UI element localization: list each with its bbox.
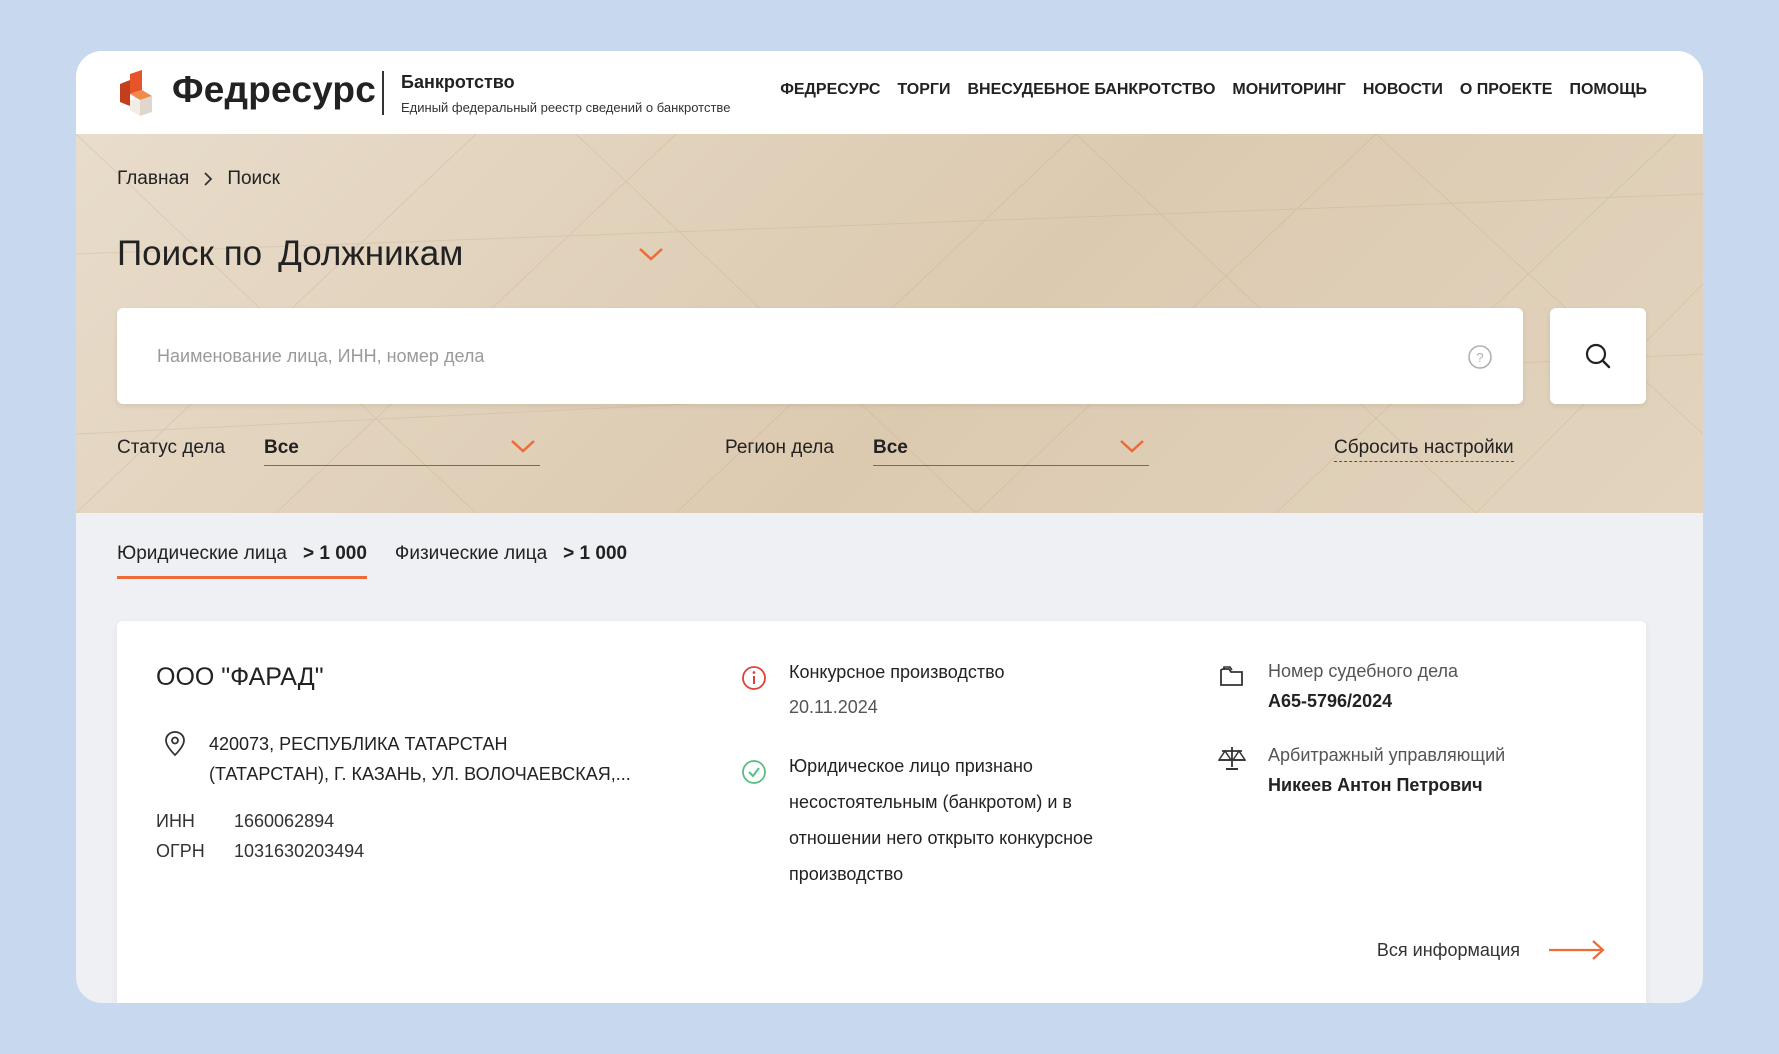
address-line: (ТАТАРСТАН), Г. КАЗАНЬ, УЛ. ВОЛОЧАЕВСКАЯ… — [209, 764, 631, 784]
status-message: Юридическое лицо признано несостоятельны… — [789, 748, 1149, 892]
inn-row: ИНН 1660062894 — [156, 811, 334, 832]
status-filter-value: Все — [264, 437, 299, 458]
brand-divider — [382, 71, 384, 115]
arbitration-manager-name: Никеев Антон Петрович — [1268, 775, 1483, 795]
address-line: 420073, РЕСПУБЛИКА ТАТАРСТАН — [209, 734, 508, 754]
region-filter-select[interactable]: Все — [873, 432, 1149, 466]
brand-subtitle: Банкротство — [401, 72, 515, 92]
check-circle-icon — [742, 760, 766, 784]
search-title-prefix: Поиск по — [117, 234, 263, 273]
chevron-down-icon — [1120, 440, 1144, 453]
case-number[interactable]: А65-5796/2024 — [1268, 691, 1392, 712]
status-filter-select[interactable]: Все — [264, 432, 540, 466]
status-message-line: отношении него открыто конкурсное — [789, 828, 1094, 848]
nav-torgi[interactable]: ТОРГИ — [897, 81, 950, 99]
site-header: Федресурс Банкротство Единый федеральный… — [76, 51, 1703, 134]
tab-count: > 1 000 — [563, 543, 628, 564]
region-filter-label: Регион дела — [725, 437, 834, 458]
status-message-line: производство — [789, 864, 904, 884]
company-address: 420073, РЕСПУБЛИКА ТАТАРСТАН (ТАТАРСТАН)… — [209, 729, 649, 789]
brand-description: Единый федеральный реестр сведений о бан… — [401, 100, 731, 115]
info-alert-icon — [742, 666, 766, 690]
breadcrumb-home[interactable]: Главная — [117, 168, 189, 190]
breadcrumb-current: Поиск — [227, 168, 280, 189]
status-message-line: Юридическое лицо признано — [789, 756, 1033, 776]
ogrn-row: ОГРН 1031630203494 — [156, 841, 364, 862]
chevron-down-icon[interactable] — [636, 244, 666, 264]
arrow-right-icon — [1549, 940, 1605, 960]
browser-window: Федресурс Банкротство Единый федеральный… — [76, 51, 1703, 1003]
tab-label: Физические лица — [394, 543, 548, 564]
main-nav: ФЕДРЕСУРС ТОРГИ ВНЕСУДЕБНОЕ БАНКРОТСТВО … — [780, 81, 1647, 99]
company-name[interactable]: ООО "ФАРАД" — [156, 663, 324, 692]
arbitration-manager-label: Арбитражный управляющий — [1268, 745, 1506, 765]
fedresurs-logo-icon[interactable] — [116, 70, 162, 116]
search-type-select[interactable]: Должникам — [278, 234, 463, 273]
search-button[interactable] — [1550, 308, 1646, 404]
search-icon — [1585, 343, 1611, 369]
tab-count: > 1 000 — [302, 543, 367, 564]
breadcrumb: Главная Поиск — [117, 168, 280, 190]
tab-legal-entities[interactable]: Юридические лица > 1 000 — [117, 543, 367, 579]
chevron-right-icon — [204, 172, 213, 186]
ogrn-value: 1031630203494 — [234, 841, 365, 861]
help-icon[interactable]: ? — [1467, 344, 1493, 370]
brand-name[interactable]: Федресурс — [172, 69, 376, 111]
result-card[interactable]: ООО "ФАРАД" 420073, РЕСПУБЛИКА ТАТАРСТАН… — [117, 621, 1646, 1003]
nav-about[interactable]: О ПРОЕКТЕ — [1460, 81, 1553, 99]
entity-tabs: Юридические лица > 1 000 Физические лица >… — [117, 543, 627, 579]
inn-label: ИНН — [156, 811, 195, 831]
folder-icon — [1220, 666, 1243, 686]
region-filter-value: Все — [873, 437, 908, 458]
reset-settings-link[interactable]: Сбросить настройки — [1334, 437, 1514, 462]
search-input[interactable] — [157, 308, 1437, 404]
case-status-date: 20.11.2024 — [789, 697, 878, 717]
status-filter-label: Статус дела — [117, 437, 226, 458]
chevron-down-icon — [511, 440, 535, 453]
svg-text:?: ? — [1476, 350, 1483, 365]
all-info-label: Вся информация — [1376, 939, 1520, 960]
tab-individuals[interactable]: Физические лица > 1 000 — [395, 543, 627, 579]
nav-monitoring[interactable]: МОНИТОРИНГ — [1232, 81, 1345, 99]
tab-label: Юридические лица — [117, 543, 287, 564]
nav-fedresurs[interactable]: ФЕДРЕСУРС — [780, 81, 880, 99]
ogrn-label: ОГРН — [156, 841, 205, 861]
location-pin-icon — [165, 731, 185, 757]
case-status: Конкурсное производство — [789, 662, 1005, 682]
all-info-link[interactable]: Вся информация — [1377, 939, 1606, 961]
search-field: ? — [117, 308, 1523, 404]
inn-value: 1660062894 — [234, 811, 335, 831]
status-message-line: несостоятельным (банкротом) и в — [789, 792, 1072, 812]
nav-out-of-court-bankruptcy[interactable]: ВНЕСУДЕБНОЕ БАНКРОТСТВО — [967, 81, 1215, 99]
nav-help[interactable]: ПОМОЩЬ — [1569, 81, 1647, 99]
scales-icon — [1218, 747, 1246, 770]
case-number-label: Номер судебного дела — [1268, 661, 1458, 681]
search-hero: Главная Поиск Поиск поДолжникам ? Ст — [76, 134, 1703, 513]
search-title: Поиск по Должникам — [117, 234, 463, 274]
nav-news[interactable]: НОВОСТИ — [1363, 81, 1443, 99]
